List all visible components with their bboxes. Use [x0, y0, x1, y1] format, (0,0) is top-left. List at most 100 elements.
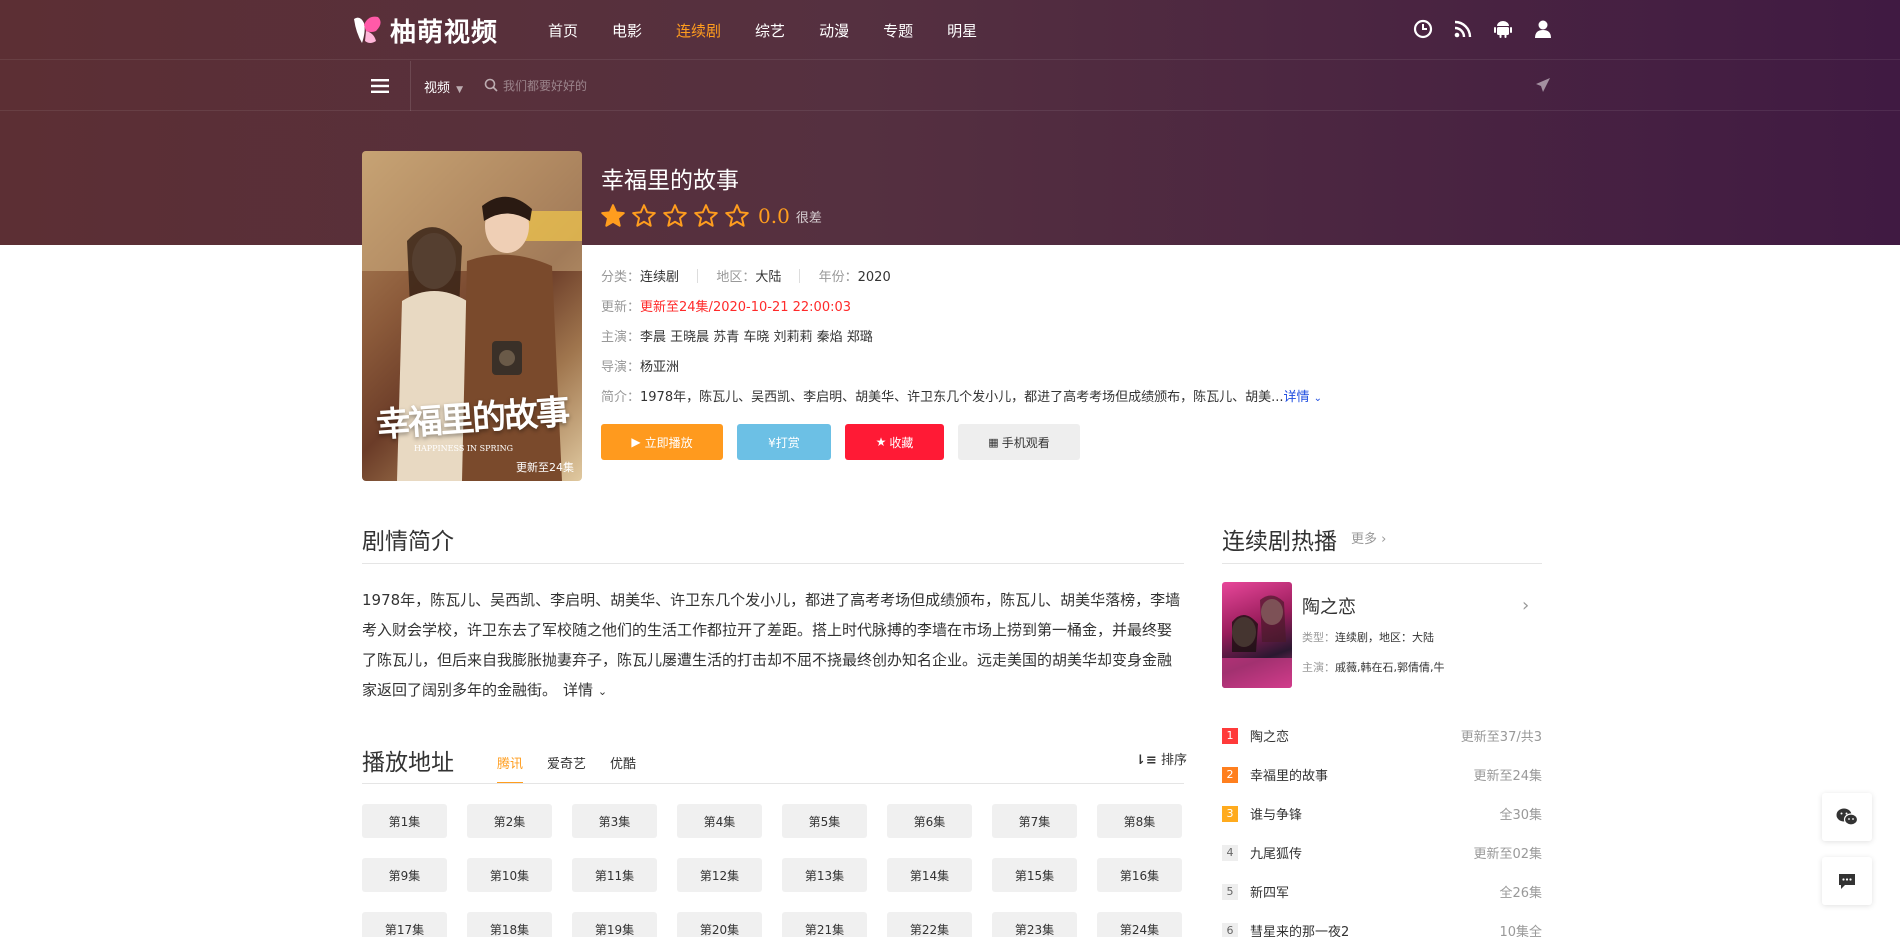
tab-iqiyi[interactable]: 爱奇艺 — [547, 753, 586, 784]
episode-button[interactable]: 第3集 — [572, 804, 657, 838]
star-icon[interactable] — [631, 203, 657, 229]
butterfly-logo-icon — [354, 16, 381, 43]
info-cast: 主演：李晨 王晓晨 苏青 车晓 刘莉莉 秦焰 郑璐 — [601, 326, 873, 345]
tab-tencent[interactable]: 腾讯 — [497, 753, 524, 784]
episode-button[interactable]: 第17集 — [362, 912, 447, 937]
episode-button[interactable]: 第6集 — [887, 804, 972, 838]
nav-stars[interactable]: 明星 — [947, 20, 977, 41]
rating-score: 0.0 — [758, 204, 790, 228]
sort-label: 排序 — [1160, 753, 1187, 768]
synopsis-more-label: 详情 — [563, 681, 594, 699]
cast-label: 主演： — [601, 330, 641, 345]
rank-item[interactable]: 2 幸福里的故事 更新至24集 — [1222, 755, 1542, 794]
play-button[interactable]: ▶ 立即播放 — [601, 424, 723, 460]
search-category-select[interactable]: 视频 ▼ — [424, 77, 463, 96]
episode-button[interactable]: 第13集 — [782, 858, 867, 892]
intro-more-label: 详情 — [1283, 390, 1310, 405]
episode-button[interactable]: 第12集 — [677, 858, 762, 892]
send-icon[interactable] — [1535, 77, 1551, 93]
episode-button[interactable]: 第11集 — [572, 858, 657, 892]
comment-float-button[interactable] — [1822, 857, 1872, 905]
intro-more-link[interactable]: 详情 ⌄ — [1284, 390, 1323, 405]
wechat-float-button[interactable] — [1822, 793, 1872, 841]
episode-button[interactable]: 第9集 — [362, 858, 447, 892]
caret-down-icon: ▼ — [456, 85, 464, 95]
featured-type-label: 类型： — [1302, 631, 1335, 644]
update-value: 更新至24集/2020-10-21 22:00:03 — [640, 300, 852, 315]
favorite-button[interactable]: ★ 收藏 — [845, 424, 944, 460]
nav-movies[interactable]: 电影 — [612, 20, 642, 41]
featured-title[interactable]: 陶之恋 — [1302, 593, 1356, 619]
director-label: 导演： — [601, 360, 641, 375]
region-value[interactable]: 大陆 — [755, 270, 781, 285]
nav-anime[interactable]: 动漫 — [819, 20, 849, 41]
android-icon[interactable] — [1492, 18, 1514, 40]
star-icon[interactable] — [600, 203, 626, 229]
wechat-icon — [1836, 808, 1858, 826]
episode-button[interactable]: 第8集 — [1097, 804, 1182, 838]
rating: 0.0 很差 — [600, 203, 822, 229]
nav-home[interactable]: 首页 — [548, 20, 578, 41]
donate-button-label: ¥打赏 — [768, 435, 800, 450]
episode-button[interactable]: 第23集 — [992, 912, 1077, 937]
cast-value[interactable]: 李晨 王晓晨 苏青 车晓 刘莉莉 秦焰 郑璐 — [640, 330, 873, 345]
info-director: 导演：杨亚洲 — [601, 356, 679, 375]
synopsis-more-link[interactable]: 详情 ⌄ — [563, 681, 607, 699]
star-icon[interactable] — [662, 203, 688, 229]
divider — [362, 783, 1184, 784]
rank-title: 九尾狐传 — [1250, 847, 1303, 862]
star-icon[interactable] — [724, 203, 750, 229]
episode-button[interactable]: 第7集 — [992, 804, 1077, 838]
episode-button[interactable]: 第15集 — [992, 858, 1077, 892]
play-button-label: 立即播放 — [644, 435, 693, 450]
episode-button[interactable]: 第18集 — [467, 912, 552, 937]
category-value[interactable]: 连续剧 — [640, 270, 679, 285]
episode-button[interactable]: 第21集 — [782, 912, 867, 937]
site-logo[interactable]: 柚萌视频 — [350, 12, 498, 48]
nav-series[interactable]: 连续剧 — [676, 20, 721, 41]
rank-item[interactable]: 1 陶之恋 更新至37/共3 — [1222, 716, 1542, 755]
episode-button[interactable]: 第20集 — [677, 912, 762, 937]
update-label: 更新： — [601, 300, 641, 315]
sort-button[interactable]: ⇂≡ 排序 — [1135, 749, 1187, 768]
episode-button[interactable]: 第5集 — [782, 804, 867, 838]
poster-image[interactable]: 幸福里的故事 HAPPINESS IN SPRING 更新至24集 — [362, 151, 582, 481]
chevron-right-icon[interactable]: › — [1522, 595, 1529, 616]
chevron-down-icon: ⌄ — [1313, 393, 1323, 404]
director-value[interactable]: 杨亚洲 — [640, 360, 679, 375]
episode-button[interactable]: 第16集 — [1097, 858, 1182, 892]
episode-button[interactable]: 第10集 — [467, 858, 552, 892]
episode-button[interactable]: 第1集 — [362, 804, 447, 838]
episode-button[interactable]: 第14集 — [887, 858, 972, 892]
rating-stars[interactable] — [600, 203, 750, 229]
mobile-watch-button[interactable]: ▦ 手机观看 — [958, 424, 1080, 460]
donate-button[interactable]: ¥打赏 — [737, 424, 831, 460]
year-value[interactable]: 2020 — [858, 270, 891, 285]
tab-youku[interactable]: 优酷 — [610, 753, 636, 784]
star-icon[interactable] — [693, 203, 719, 229]
episode-button[interactable]: 第19集 — [572, 912, 657, 937]
region-label: 地区： — [716, 270, 756, 285]
menu-button[interactable] — [362, 72, 398, 100]
user-icon[interactable] — [1532, 18, 1554, 40]
rss-icon[interactable] — [1452, 18, 1474, 40]
sidebar-more-link[interactable]: 更多 › — [1351, 528, 1386, 547]
episode-button[interactable]: 第2集 — [467, 804, 552, 838]
nav-variety[interactable]: 综艺 — [755, 20, 785, 41]
episode-button[interactable]: 第24集 — [1097, 912, 1182, 937]
play-icon: ▶ — [631, 435, 641, 449]
history-icon[interactable] — [1412, 18, 1434, 40]
nav-topics[interactable]: 专题 — [883, 20, 913, 41]
rank-item[interactable]: 6 彗星来的那一夜2 10集全 — [1222, 911, 1542, 937]
rank-item[interactable]: 5 新四军 全26集 — [1222, 872, 1542, 911]
episode-button[interactable]: 第22集 — [887, 912, 972, 937]
featured-cast-value: 戚薇,韩在石,郭倩倩,牛 — [1335, 661, 1445, 674]
search-bar: 视频 ▼ — [0, 61, 1900, 111]
search-input[interactable] — [503, 72, 1453, 100]
featured-thumbnail[interactable] — [1222, 582, 1292, 688]
episode-button[interactable]: 第4集 — [677, 804, 762, 838]
ranking-list: 1 陶之恋 更新至37/共3 2 幸福里的故事 更新至24集 3 谁与争锋 全30集 4 九尾狐传 更… — [1222, 716, 1542, 937]
rank-item[interactable]: 4 九尾狐传 更新至02集 — [1222, 833, 1542, 872]
chevron-down-icon: ⌄ — [597, 685, 608, 698]
rank-item[interactable]: 3 谁与争锋 全30集 — [1222, 794, 1542, 833]
